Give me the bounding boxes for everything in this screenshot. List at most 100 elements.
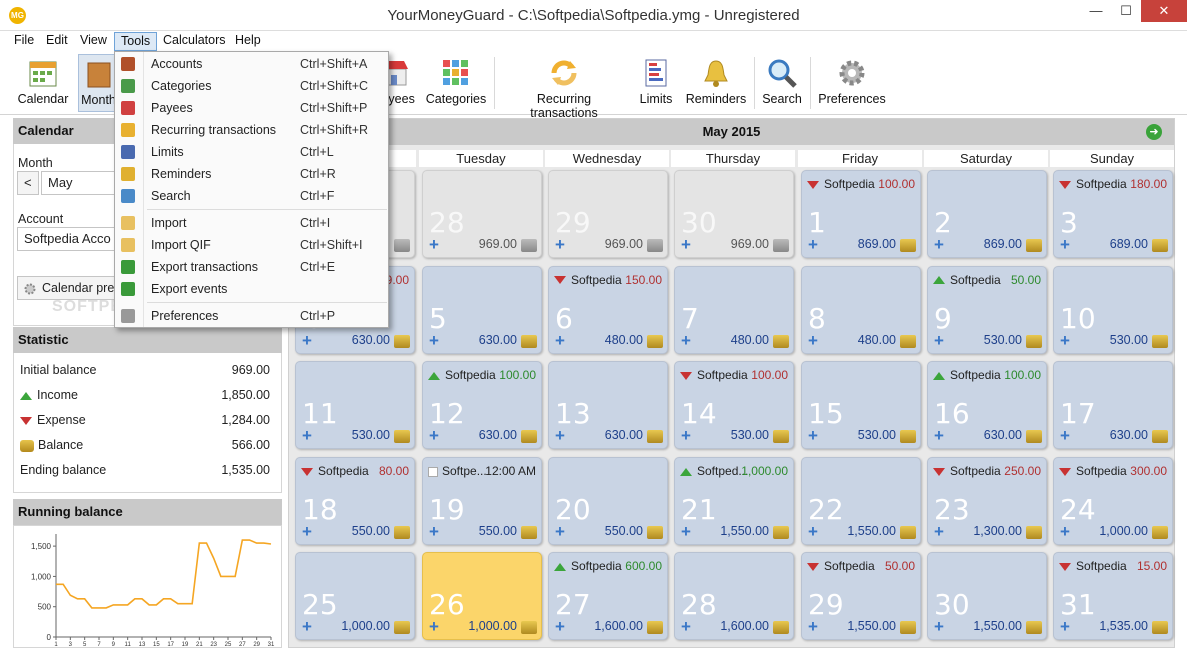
menu-file[interactable]: File <box>8 32 40 51</box>
add-transaction-plus-icon[interactable]: + <box>555 236 569 253</box>
transaction-entry[interactable]: Softpedia 100.00 <box>428 367 536 383</box>
add-transaction-plus-icon[interactable]: + <box>1060 236 1074 253</box>
add-transaction-plus-icon[interactable]: + <box>429 523 443 540</box>
transaction-entry[interactable]: Softpedia 600.00 <box>554 558 662 574</box>
add-transaction-plus-icon[interactable]: + <box>555 427 569 444</box>
add-transaction-plus-icon[interactable]: + <box>681 618 695 635</box>
day-cell[interactable]: 2 +869.00 <box>927 170 1047 258</box>
day-cell[interactable]: 17 +630.00 <box>1053 361 1173 450</box>
transaction-entry[interactable]: Softpedia 180.00 <box>1059 176 1167 192</box>
add-transaction-plus-icon[interactable]: + <box>555 618 569 635</box>
day-cell[interactable]: Softped... 1,000.00 21 +1,550.00 <box>674 456 794 545</box>
day-cell[interactable]: 10 +530.00 <box>1053 265 1173 354</box>
transaction-entry[interactable]: Softpedia 300.00 <box>1059 463 1167 479</box>
day-cell[interactable]: Softpedia 80.00 18 +550.00 <box>295 456 415 545</box>
day-cell[interactable]: Softpedia 150.00 6 +480.00 <box>548 265 668 354</box>
day-cell[interactable]: Softpedia 100.00 16 +630.00 <box>927 361 1047 450</box>
day-cell[interactable]: 28 +969.00 <box>422 170 542 258</box>
transaction-entry[interactable]: Softpe... 12:00 AM <box>428 463 536 479</box>
day-cell[interactable]: 30 +969.00 <box>674 170 794 258</box>
search-button[interactable]: Search <box>760 54 804 112</box>
add-transaction-plus-icon[interactable]: + <box>302 523 316 540</box>
recurring-transactions-button[interactable]: Recurring transactions <box>502 54 626 120</box>
add-transaction-plus-icon[interactable]: + <box>302 427 316 444</box>
tools-menu-item-search[interactable]: Search Ctrl+F <box>115 185 388 207</box>
prev-month-button[interactable]: < <box>17 171 39 195</box>
menu-edit[interactable]: Edit <box>40 32 74 51</box>
reminders-button[interactable]: Reminders <box>684 54 748 112</box>
tools-menu-item-limits[interactable]: Limits Ctrl+L <box>115 141 388 163</box>
day-cell[interactable]: Softpedia 300.00 24 +1,000.00 <box>1053 456 1173 545</box>
menu-help[interactable]: Help <box>229 32 267 51</box>
add-transaction-plus-icon[interactable]: + <box>808 236 822 253</box>
transaction-entry[interactable]: Softpedia 50.00 <box>807 558 915 574</box>
categories-button[interactable]: Categories <box>424 54 488 112</box>
transaction-entry[interactable]: Softpedia 150.00 <box>554 272 662 288</box>
add-transaction-plus-icon[interactable]: + <box>681 523 695 540</box>
limits-button[interactable]: Limits <box>636 54 676 112</box>
day-cell[interactable]: 29 +969.00 <box>548 170 668 258</box>
reminder-checkbox-icon[interactable] <box>428 466 438 477</box>
add-transaction-plus-icon[interactable]: + <box>681 236 695 253</box>
add-transaction-plus-icon[interactable]: + <box>808 523 822 540</box>
preferences-button[interactable]: Preferences <box>818 54 886 112</box>
add-transaction-plus-icon[interactable]: + <box>1060 427 1074 444</box>
day-cell[interactable]: Softpedia 50.00 29 +1,550.00 <box>801 552 921 641</box>
add-transaction-plus-icon[interactable]: + <box>1060 523 1074 540</box>
add-transaction-plus-icon[interactable]: + <box>1060 332 1074 349</box>
account-select[interactable]: Softpedia Acco <box>17 227 121 251</box>
add-transaction-plus-icon[interactable]: + <box>934 236 948 253</box>
day-cell[interactable]: 30 +1,550.00 <box>927 552 1047 641</box>
add-transaction-plus-icon[interactable]: + <box>429 618 443 635</box>
next-month-arrow-icon[interactable]: ➜ <box>1146 124 1162 140</box>
add-transaction-plus-icon[interactable]: + <box>934 618 948 635</box>
transaction-entry[interactable]: Softpedia 100.00 <box>680 367 788 383</box>
add-transaction-plus-icon[interactable]: + <box>302 618 316 635</box>
day-cell[interactable]: Softpedia 100.00 1 +869.00 <box>801 170 921 258</box>
tools-menu-item-accounts[interactable]: Accounts Ctrl+Shift+A <box>115 53 388 75</box>
transaction-entry[interactable]: Softpedia 100.00 <box>807 176 915 192</box>
tools-menu-item-export-transactions[interactable]: Export transactions Ctrl+E <box>115 256 388 278</box>
add-transaction-plus-icon[interactable]: + <box>681 427 695 444</box>
day-cell[interactable]: 15 +530.00 <box>801 361 921 450</box>
day-cell[interactable]: 26 +1,000.00 <box>422 552 542 641</box>
transaction-entry[interactable]: Softpedia 250.00 <box>933 463 1041 479</box>
add-transaction-plus-icon[interactable]: + <box>808 332 822 349</box>
day-cell[interactable]: Softpedia 15.00 31 +1,535.00 <box>1053 552 1173 641</box>
calendar-button[interactable]: Calendar <box>14 54 72 112</box>
add-transaction-plus-icon[interactable]: + <box>934 523 948 540</box>
day-cell[interactable]: 8 +480.00 <box>801 265 921 354</box>
day-cell[interactable]: 25 +1,000.00 <box>295 552 415 641</box>
day-cell[interactable]: Softpedia 100.00 12 +630.00 <box>422 361 542 450</box>
minimize-button[interactable]: — <box>1081 0 1111 22</box>
day-cell[interactable]: Softpedia 600.00 27 +1,600.00 <box>548 552 668 641</box>
day-cell[interactable]: 13 +630.00 <box>548 361 668 450</box>
add-transaction-plus-icon[interactable]: + <box>808 618 822 635</box>
tools-menu-item-payees[interactable]: Payees Ctrl+Shift+P <box>115 97 388 119</box>
transaction-entry[interactable]: Softpedia 50.00 <box>933 272 1041 288</box>
day-cell[interactable]: 22 +1,550.00 <box>801 456 921 545</box>
add-transaction-plus-icon[interactable]: + <box>934 332 948 349</box>
transaction-entry[interactable]: Softpedia 15.00 <box>1059 558 1167 574</box>
day-cell[interactable]: 20 +550.00 <box>548 456 668 545</box>
menu-tools[interactable]: Tools <box>114 32 158 51</box>
tools-menu-item-categories[interactable]: Categories Ctrl+Shift+C <box>115 75 388 97</box>
add-transaction-plus-icon[interactable]: + <box>681 332 695 349</box>
day-cell[interactable]: Softpedia 250.00 23 +1,300.00 <box>927 456 1047 545</box>
tools-menu-item-recurring-transactions[interactable]: Recurring transactions Ctrl+Shift+R <box>115 119 388 141</box>
day-cell[interactable]: 28 +1,600.00 <box>674 552 794 641</box>
transaction-entry[interactable]: Softpedia 80.00 <box>301 463 409 479</box>
month-button[interactable]: Month <box>78 54 118 112</box>
add-transaction-plus-icon[interactable]: + <box>934 427 948 444</box>
day-cell[interactable]: Softpedia 180.00 3 +689.00 <box>1053 170 1173 258</box>
add-transaction-plus-icon[interactable]: + <box>429 236 443 253</box>
day-cell[interactable]: 5 +630.00 <box>422 265 542 354</box>
add-transaction-plus-icon[interactable]: + <box>429 427 443 444</box>
add-transaction-plus-icon[interactable]: + <box>555 523 569 540</box>
day-cell[interactable]: 7 +480.00 <box>674 265 794 354</box>
tools-menu-item-reminders[interactable]: Reminders Ctrl+R <box>115 163 388 185</box>
tools-menu-item-export-events[interactable]: Export events <box>115 278 388 300</box>
add-transaction-plus-icon[interactable]: + <box>1060 618 1074 635</box>
day-cell[interactable]: Softpedia 50.00 9 +530.00 <box>927 265 1047 354</box>
add-transaction-plus-icon[interactable]: + <box>555 332 569 349</box>
